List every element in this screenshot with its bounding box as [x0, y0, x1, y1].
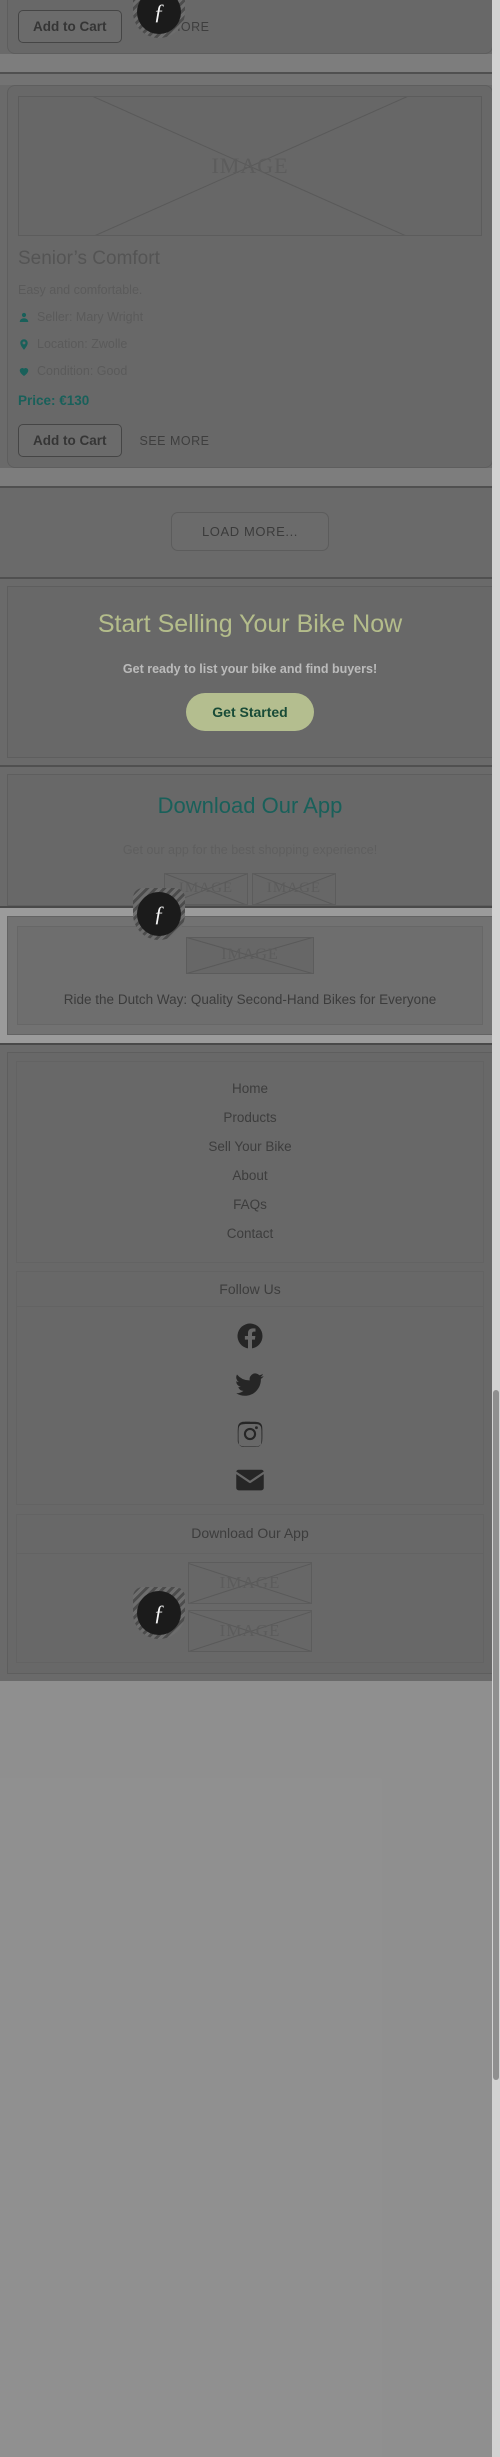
article-section: IMAGE Ride the Dutch Way: Quality Second…	[0, 905, 500, 1046]
twitter-icon[interactable]	[235, 1370, 265, 1400]
add-to-cart-button-top[interactable]: Add to Cart	[18, 10, 122, 43]
product-condition-row: Condition: Good	[18, 364, 482, 378]
article-image-placeholder: IMAGE	[186, 936, 314, 974]
image-placeholder-label: IMAGE	[221, 946, 279, 963]
product-title: Senior’s Comfort	[18, 248, 160, 269]
product-card[interactable]: IMAGE Senior’s Comfort Easy and comforta…	[7, 85, 493, 468]
section-gap	[0, 74, 500, 85]
load-more-section: LOAD MORE...	[0, 488, 500, 577]
add-to-cart-button[interactable]: Add to Cart	[18, 424, 122, 457]
floating-f-badge[interactable]: ƒ	[133, 1587, 185, 1639]
product-price: Price: €130	[18, 393, 90, 408]
footer-container: Home Products Sell Your Bike About FAQs …	[7, 1052, 493, 1675]
product-actions: Add to Cart SEE MORE	[18, 424, 482, 457]
image-placeholder-label: IMAGE	[211, 153, 289, 178]
footer-download-title: Download Our App	[191, 1525, 309, 1542]
location-pin-icon	[18, 337, 30, 351]
article-card[interactable]: IMAGE Ride the Dutch Way: Quality Second…	[7, 915, 493, 1036]
product-location-row: Location: Zwolle	[18, 337, 482, 351]
product-card-partial-top: Add to Cart SEE MORE	[0, 0, 500, 54]
footer-download-section: Download Our App IMAGE IMAGE	[16, 1514, 484, 1664]
product-card-top[interactable]: Add to Cart SEE MORE	[7, 0, 493, 54]
image-placeholder-label: IMAGE	[266, 880, 322, 896]
cta-card: Start Selling Your Bike Now Get ready to…	[7, 586, 493, 758]
article-card-inner: IMAGE Ride the Dutch Way: Quality Second…	[17, 925, 483, 1026]
product-seller-row: Seller: Mary Wright	[18, 310, 482, 324]
floating-f-badge[interactable]: ƒ	[133, 0, 185, 38]
footer-play-store-badge[interactable]: IMAGE	[188, 1610, 312, 1653]
f-glyph-icon: ƒ	[137, 892, 181, 936]
play-store-badge[interactable]: IMAGE	[252, 872, 336, 905]
product-seller-label: Seller: Mary Wright	[37, 310, 144, 324]
footer-nav: Home Products Sell Your Bike About FAQs …	[16, 1061, 484, 1264]
download-app-subtitle: Get our app for the best shopping experi…	[122, 842, 378, 857]
user-icon	[18, 310, 30, 324]
image-placeholder-label: IMAGE	[178, 880, 234, 896]
product-location-label: Location: Zwolle	[37, 337, 128, 351]
load-more-button[interactable]: LOAD MORE...	[170, 512, 330, 551]
section-gap	[0, 468, 500, 486]
image-placeholder-label: IMAGE	[219, 1573, 281, 1593]
footer-link-faqs[interactable]: FAQs	[17, 1190, 483, 1219]
product-card-section: IMAGE Senior’s Comfort Easy and comforta…	[0, 85, 500, 468]
product-condition-label: Condition: Good	[37, 364, 128, 378]
floating-f-badge[interactable]: ƒ	[133, 888, 185, 940]
section-gap	[0, 54, 500, 72]
store-badge-row: IMAGE IMAGE	[22, 872, 478, 905]
product-description: Easy and comfortable.	[18, 283, 143, 297]
footer-link-contact[interactable]: Contact	[17, 1219, 483, 1248]
download-app-card: Download Our App Get our app for the bes…	[7, 773, 493, 906]
page-scrollbar[interactable]	[492, 0, 500, 2457]
download-app-title: Download Our App	[157, 792, 343, 818]
get-started-button[interactable]: Get Started	[186, 692, 314, 731]
download-app-section: Download Our App Get our app for the bes…	[0, 766, 500, 906]
instagram-icon[interactable]	[235, 1419, 265, 1449]
f-glyph-icon: ƒ	[137, 1591, 181, 1635]
follow-us-title: Follow Us	[16, 1271, 484, 1308]
footer-link-home[interactable]: Home	[17, 1074, 483, 1103]
social-links	[16, 1307, 484, 1506]
footer-link-about[interactable]: About	[17, 1161, 483, 1190]
footer-section: Home Products Sell Your Bike About FAQs …	[0, 1045, 500, 1682]
product-image-placeholder: IMAGE	[18, 96, 482, 236]
page-scroll-container: Add to Cart SEE MORE IMAGE Senior’s Comf…	[0, 0, 500, 1682]
facebook-icon[interactable]	[235, 1321, 265, 1351]
cta-title: Start Selling Your Bike Now	[97, 610, 403, 638]
footer-store-badges: IMAGE IMAGE	[17, 1553, 483, 1662]
see-more-link[interactable]: SEE MORE	[140, 434, 210, 448]
email-icon[interactable]	[235, 1468, 265, 1492]
scrollbar-thumb[interactable]	[493, 1390, 499, 2080]
footer-link-sell-your-bike[interactable]: Sell Your Bike	[17, 1132, 483, 1161]
footer-link-products[interactable]: Products	[17, 1103, 483, 1132]
cta-subtitle: Get ready to list your bike and find buy…	[122, 661, 378, 676]
heart-icon	[18, 364, 30, 378]
app-viewport: Add to Cart SEE MORE IMAGE Senior’s Comf…	[0, 0, 500, 2457]
article-title: Ride the Dutch Way: Quality Second-Hand …	[63, 991, 437, 1007]
image-placeholder-label: IMAGE	[219, 1621, 281, 1641]
footer-app-store-badge[interactable]: IMAGE	[188, 1562, 312, 1605]
cta-section: Start Selling Your Bike Now Get ready to…	[0, 579, 500, 765]
